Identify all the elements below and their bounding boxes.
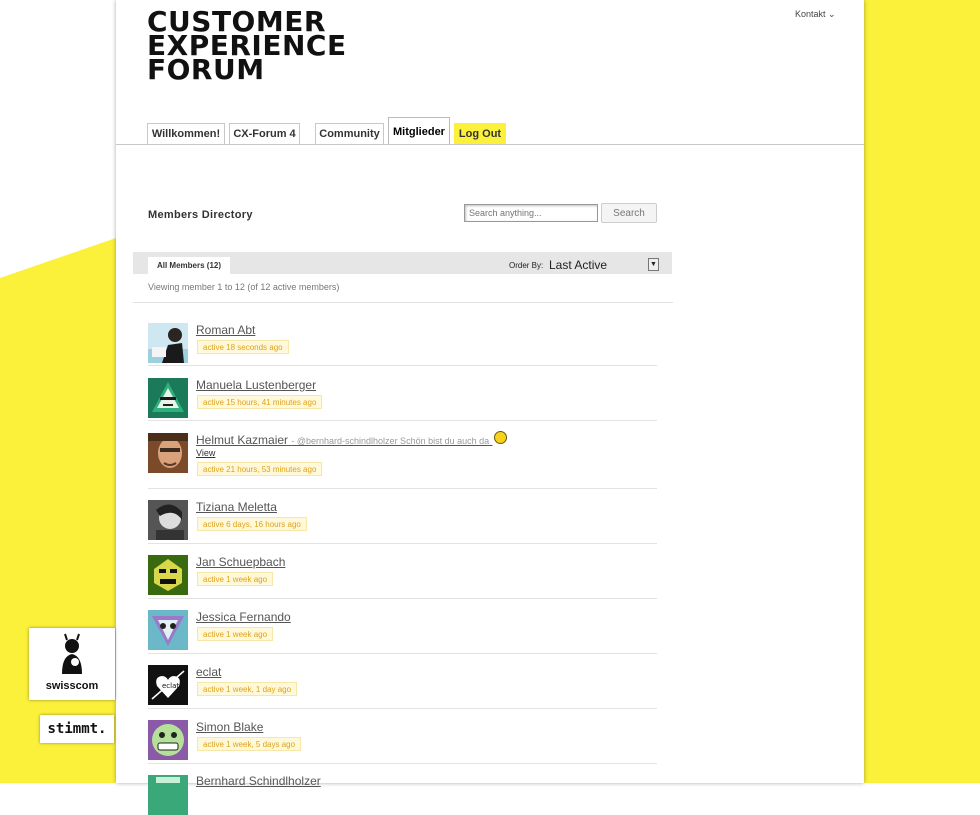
member-name-link[interactable]: Tiziana Meletta (196, 500, 277, 514)
search-button[interactable]: Search (601, 203, 657, 223)
forum-logo[interactable]: CUSTOMER EXPERIENCE FORUM (147, 8, 347, 84)
member-entry-line: Helmut Kazmaier - @bernhard-schindlholze… (196, 431, 508, 447)
tab-cx-forum-4[interactable]: CX-Forum 4 (229, 123, 300, 144)
avatar[interactable] (148, 378, 188, 418)
avatar[interactable] (148, 610, 188, 650)
list-item: Manuela Lustenberger active 15 hours, 41… (148, 378, 657, 421)
swisscom-label: swisscom (45, 680, 99, 692)
stimmt-logo[interactable]: stimmt. (40, 715, 114, 743)
member-name-link[interactable]: eclat (196, 665, 221, 679)
divider (148, 598, 657, 599)
list-item: Simon Blake active 1 week, 5 days ago (148, 720, 657, 764)
list-item: Jessica Fernando active 1 week ago (148, 610, 657, 654)
view-link[interactable]: View (196, 448, 215, 458)
tab-willkommen[interactable]: Willkommen! (147, 123, 225, 144)
avatar[interactable] (148, 500, 188, 540)
member-name-link[interactable]: Bernhard Schindlholzer (196, 774, 321, 788)
avatar[interactable] (148, 323, 188, 363)
svg-text:eclat: eclat (162, 682, 179, 690)
list-item: Tiziana Meletta active 6 days, 16 hours … (148, 500, 657, 544)
order-by-label: Order By: (509, 261, 544, 270)
page-title: Members Directory (148, 209, 253, 221)
activity-badge: active 18 seconds ago (197, 340, 289, 354)
activity-badge: active 21 hours, 53 minutes ago (197, 462, 323, 476)
pagination-count: Viewing member 1 to 12 (of 12 active mem… (148, 282, 340, 292)
tab-mitglieder[interactable]: Mitglieder (388, 117, 450, 145)
dropdown-arrow-icon[interactable]: ▼ (648, 258, 659, 271)
activity-badge: active 1 week ago (197, 627, 274, 641)
divider (148, 543, 657, 544)
avatar[interactable] (148, 775, 188, 815)
list-item: Bernhard Schindlholzer (148, 774, 657, 815)
member-name-link[interactable]: Simon Blake (196, 720, 263, 734)
divider (148, 365, 657, 366)
main-page: CUSTOMER EXPERIENCE FORUM Kontakt ⌄ Will… (116, 0, 864, 815)
divider (148, 653, 657, 654)
swisscom-figure-icon (62, 633, 82, 674)
avatar[interactable]: eclat (148, 665, 188, 705)
order-by-value: Last Active (549, 257, 608, 272)
avatar[interactable] (148, 720, 188, 760)
divider (148, 708, 657, 709)
filter-bar: All Members (12) Order By: Last Active ▼ (133, 252, 672, 274)
avatar[interactable] (148, 555, 188, 595)
activity-badge: active 15 hours, 41 minutes ago (197, 395, 323, 409)
status-update: - @bernhard-schindlholzer Schön bist du … (291, 436, 490, 446)
activity-badge: active 1 week ago (197, 572, 274, 586)
smiley-icon (494, 431, 508, 445)
divider (148, 763, 657, 764)
swisscom-logo[interactable]: swisscom (29, 628, 115, 700)
list-item: Roman Abt active 18 seconds ago (148, 323, 657, 366)
order-by-select[interactable]: Last Active ▼ (547, 257, 659, 272)
tab-log-out[interactable]: Log Out (454, 123, 506, 144)
search-input[interactable] (464, 204, 598, 222)
member-name-link[interactable]: Helmut Kazmaier (196, 433, 288, 447)
member-name-link[interactable]: Roman Abt (196, 323, 255, 337)
nav-divider (116, 144, 864, 145)
list-item: Jan Schuepbach active 1 week ago (148, 555, 657, 599)
activity-badge: active 6 days, 16 hours ago (197, 517, 307, 531)
tab-all-members[interactable]: All Members (12) (148, 257, 230, 274)
divider (148, 488, 657, 489)
member-name-link[interactable]: Jessica Fernando (196, 610, 291, 624)
tab-community[interactable]: Community (315, 123, 384, 144)
divider (148, 420, 657, 421)
divider (133, 302, 673, 303)
list-item: Helmut Kazmaier - @bernhard-schindlholze… (148, 431, 657, 489)
member-name-link[interactable]: Jan Schuepbach (196, 555, 285, 569)
member-name-link[interactable]: Manuela Lustenberger (196, 378, 316, 392)
activity-badge: active 1 week, 1 day ago (197, 682, 298, 696)
list-item: eclat eclat active 1 week, 1 day ago (148, 665, 657, 709)
kontakt-link[interactable]: Kontakt ⌄ (795, 9, 836, 20)
activity-badge: active 1 week, 5 days ago (197, 737, 302, 751)
avatar[interactable] (148, 433, 188, 473)
